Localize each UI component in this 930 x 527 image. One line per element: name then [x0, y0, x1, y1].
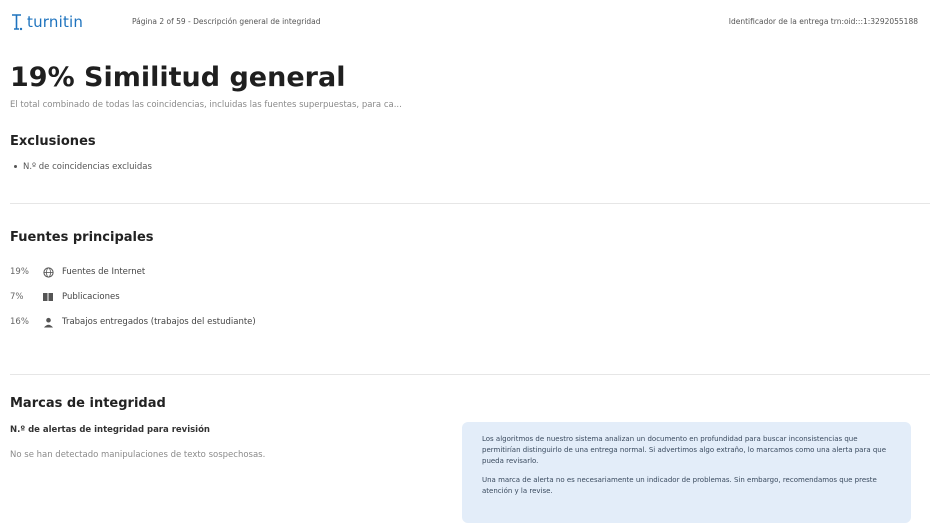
info-paragraph: Una marca de alerta no es necesariamente… [482, 476, 877, 495]
source-row-internet: 19% Fuentes de Internet [10, 266, 145, 278]
source-label: Fuentes de Internet [62, 267, 146, 277]
source-percent: 19% [10, 267, 29, 277]
top-sources-heading: Fuentes principales [10, 230, 154, 245]
divider [10, 203, 930, 204]
exclusions-heading: Exclusiones [10, 134, 96, 149]
bullet [14, 165, 17, 168]
page-info: Página 2 of 59 - Descripción general de … [132, 17, 321, 26]
turnitin-logo: turnitin [10, 12, 83, 32]
source-label: Publicaciones [62, 292, 120, 302]
source-percent: 7% [10, 292, 24, 302]
exclusion-label: N.º de coincidencias excluidas [23, 162, 152, 172]
top-bar: turnitin Página 2 of 59 - Descripción ge… [0, 0, 930, 44]
integrity-none-text: No se han detectado manipulaciones de te… [10, 450, 266, 460]
source-label: Trabajos entregados (trabajos del estudi… [62, 317, 256, 327]
logo-text: turnitin [27, 13, 84, 31]
source-row-submitted-works: 16% Trabajos entregados (trabajos del es… [10, 316, 256, 328]
source-row-publications: 7% Publicaciones [10, 291, 120, 303]
globe-icon [42, 266, 54, 278]
turnitin-logo-icon [10, 12, 24, 32]
divider [10, 374, 930, 375]
exclusion-item: N.º de coincidencias excluidas [14, 162, 152, 172]
source-percent: 16% [10, 317, 29, 327]
summary-subtitle: El total combinado de todas las coincide… [10, 100, 402, 110]
page-title: 19% Similitud general [10, 62, 346, 93]
person-icon [42, 316, 54, 328]
integrity-info-box: Los algoritmos de nuestro sistema analiz… [462, 422, 911, 523]
integrity-heading: Marcas de integridad [10, 396, 166, 411]
book-icon [42, 291, 54, 303]
info-paragraph: Los algoritmos de nuestro sistema analiz… [482, 435, 887, 465]
integrity-subheading: N.º de alertas de integridad para revisi… [10, 425, 210, 435]
submission-id: Identificador de la entrega trn:oid:::1:… [728, 17, 918, 26]
